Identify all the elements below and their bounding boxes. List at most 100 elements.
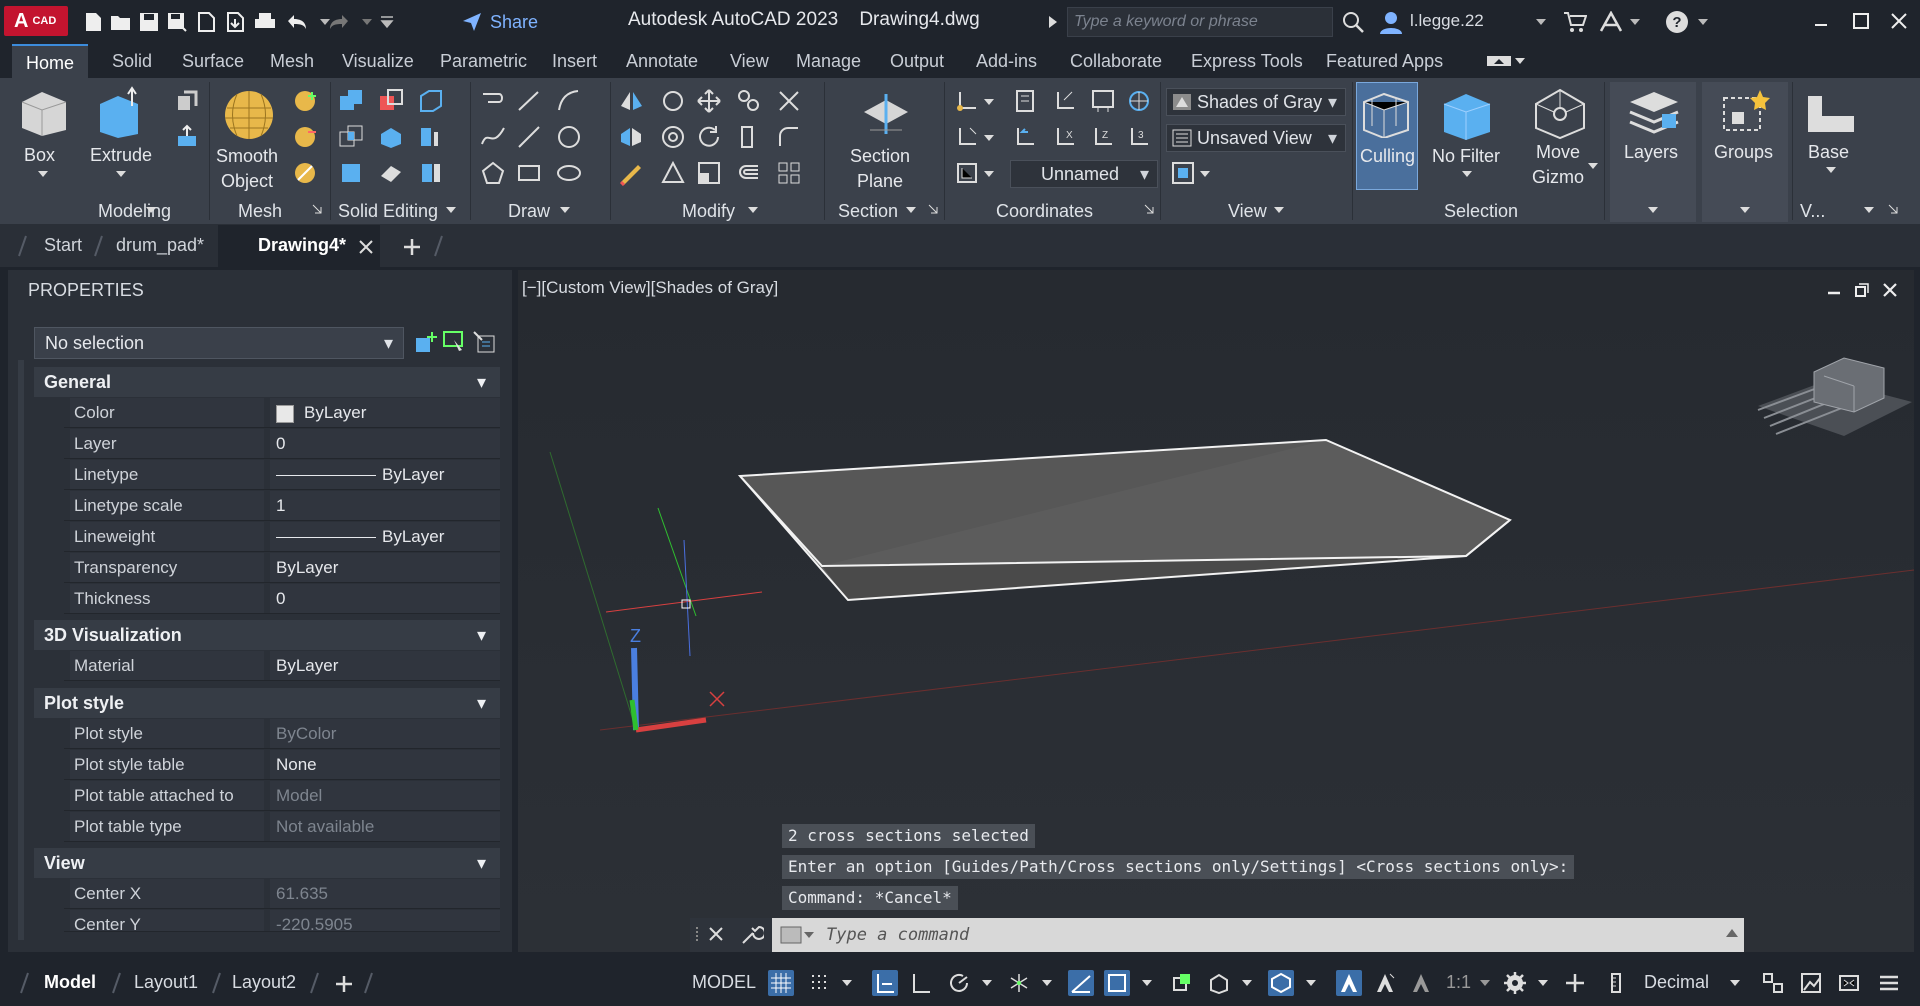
redo-icon[interactable] <box>326 9 352 35</box>
no-filter-dropdown-icon[interactable] <box>1462 170 1472 178</box>
application-menu-button[interactable]: A CAD <box>4 6 68 36</box>
section-3d-visualization[interactable]: 3D Visualization <box>34 620 500 650</box>
plot-icon[interactable] <box>252 9 278 35</box>
tab-express-tools[interactable]: Express Tools <box>1191 44 1303 78</box>
presspull-icon[interactable] <box>174 124 200 150</box>
isodraft-dropdown-icon[interactable] <box>1034 970 1060 996</box>
prop-row-center-x[interactable]: Center X 61.635 <box>64 879 500 909</box>
prop-row-thickness[interactable]: Thickness 0 <box>64 584 500 614</box>
prop-value[interactable]: ByLayer <box>270 398 500 427</box>
new-tab-icon[interactable] <box>402 237 422 257</box>
prop-value[interactable]: 0 <box>270 429 500 458</box>
named-view-combo[interactable]: Unsaved View <box>1166 124 1346 152</box>
ray-icon[interactable] <box>516 124 542 150</box>
erase-icon[interactable] <box>618 160 644 186</box>
mesh-smooth-more-icon[interactable] <box>292 88 318 114</box>
save-web-icon[interactable] <box>222 9 248 35</box>
tab-solid[interactable]: Solid <box>112 44 152 78</box>
tab-collaborate[interactable]: Collaborate <box>1070 44 1162 78</box>
layout-tab-layout1[interactable]: Layout1 <box>134 972 198 993</box>
quick-select-icon[interactable] <box>472 330 496 354</box>
extrude-button[interactable]: Extrude <box>90 143 152 168</box>
3d-object-snap-icon[interactable] <box>1168 970 1194 996</box>
panel-title-view[interactable]: View <box>1228 201 1267 222</box>
3d-rotate-icon[interactable] <box>660 160 686 186</box>
command-input[interactable]: Type a command <box>772 918 1744 952</box>
spline-icon[interactable] <box>480 124 506 150</box>
layers-expand-icon[interactable] <box>1648 206 1658 214</box>
properties-scrollbar[interactable] <box>18 360 24 940</box>
dynamic-ucs-dropdown-icon[interactable] <box>1234 970 1260 996</box>
v-launcher-icon[interactable] <box>1888 204 1898 214</box>
modify-expand-icon[interactable] <box>748 206 758 214</box>
layers-button[interactable]: Layers <box>1624 140 1678 165</box>
toggle-pickadd-icon[interactable] <box>414 330 438 354</box>
ucs-origin-icon[interactable] <box>1052 88 1078 114</box>
prop-row-center-y[interactable]: Center Y -220.5905 <box>64 910 500 932</box>
interfere-icon[interactable] <box>338 160 364 186</box>
panel-title-mesh[interactable]: Mesh <box>238 201 282 222</box>
units-icon[interactable] <box>1604 970 1630 996</box>
ellipse-icon[interactable] <box>556 160 582 186</box>
autodesk-app-icon[interactable] <box>1598 9 1624 35</box>
workspace-dropdown-icon[interactable] <box>1530 970 1556 996</box>
annotation-scale-icon[interactable] <box>1408 970 1434 996</box>
command-grip-icon[interactable] <box>694 926 700 944</box>
tab-add-ins[interactable]: Add-ins <box>976 44 1037 78</box>
selection-filter-icon[interactable] <box>1268 970 1294 996</box>
modeling-expand-icon[interactable] <box>146 206 156 214</box>
undo-icon[interactable] <box>284 9 310 35</box>
tab-surface[interactable]: Surface <box>182 44 244 78</box>
draw-expand-icon[interactable] <box>560 206 570 214</box>
union-icon[interactable] <box>338 88 364 114</box>
infer-constraints-icon[interactable] <box>872 970 898 996</box>
prop-value[interactable]: ByLayer <box>270 522 500 551</box>
command-history-toggle-icon[interactable] <box>1726 928 1738 938</box>
prop-row-linetype[interactable]: Linetype ByLayer <box>64 460 500 490</box>
snap-mode-icon[interactable] <box>806 970 832 996</box>
model-viewport[interactable]: [−][Custom View][Shades of Gray] Z 2 cro… <box>518 270 1914 952</box>
dynamic-ucs-icon[interactable] <box>1206 970 1232 996</box>
selection-combo[interactable]: No selection <box>34 327 404 359</box>
prop-row-linetype-scale[interactable]: Linetype scale 1 <box>64 491 500 521</box>
mesh-launcher-icon[interactable] <box>312 204 322 214</box>
prop-row-material[interactable]: Material ByLayer <box>64 651 500 681</box>
copy-icon[interactable] <box>736 88 762 114</box>
polyline-icon[interactable] <box>480 88 506 114</box>
view-expand-icon[interactable] <box>1274 206 1284 214</box>
prop-value[interactable]: 0 <box>270 584 500 613</box>
panel-title-section[interactable]: Section <box>838 201 898 222</box>
user-icon[interactable] <box>1378 9 1404 35</box>
panel-title-draw[interactable]: Draw <box>508 201 550 222</box>
layout-tab-layout2[interactable]: Layout2 <box>232 972 296 993</box>
section-plane-icon[interactable] <box>860 90 912 138</box>
tab-parametric[interactable]: Parametric <box>440 44 527 78</box>
customize-qat-icon[interactable] <box>374 9 400 35</box>
culling-icon[interactable] <box>1360 90 1412 138</box>
stretch-icon[interactable] <box>736 124 762 150</box>
layout-tab-model[interactable]: Model <box>44 972 96 993</box>
customization-menu-icon[interactable] <box>1876 970 1902 996</box>
ucs-dropdown-icon[interactable] <box>984 98 994 106</box>
polar-dropdown-icon[interactable] <box>974 970 1000 996</box>
search-expand-icon[interactable] <box>1040 9 1066 35</box>
circle-icon[interactable] <box>556 124 582 150</box>
workspace-gear-icon[interactable] <box>1502 970 1528 996</box>
coordinates-launcher-icon[interactable] <box>1144 204 1154 214</box>
grid-icon[interactable] <box>768 970 794 996</box>
smooth-object-button[interactable]: Smooth Object <box>216 144 278 194</box>
tab-manage[interactable]: Manage <box>796 44 861 78</box>
quick-properties-icon[interactable] <box>1760 970 1786 996</box>
minimize-icon[interactable] <box>1806 6 1836 36</box>
file-tab-start[interactable]: Start <box>44 235 82 256</box>
user-dropdown-icon[interactable] <box>1528 9 1554 35</box>
box-dropdown-icon[interactable] <box>38 170 48 178</box>
ucs-object-icon[interactable] <box>1126 88 1152 114</box>
open-web-icon[interactable] <box>193 9 219 35</box>
tab-insert[interactable]: Insert <box>552 44 597 78</box>
section-plane-button[interactable]: Section Plane <box>850 144 910 194</box>
annotation-visibility-icon[interactable] <box>1336 970 1362 996</box>
viewport-config-icon[interactable] <box>1170 160 1196 186</box>
ucs-world-dropdown-icon[interactable] <box>984 134 994 142</box>
shell-icon[interactable] <box>418 160 444 186</box>
